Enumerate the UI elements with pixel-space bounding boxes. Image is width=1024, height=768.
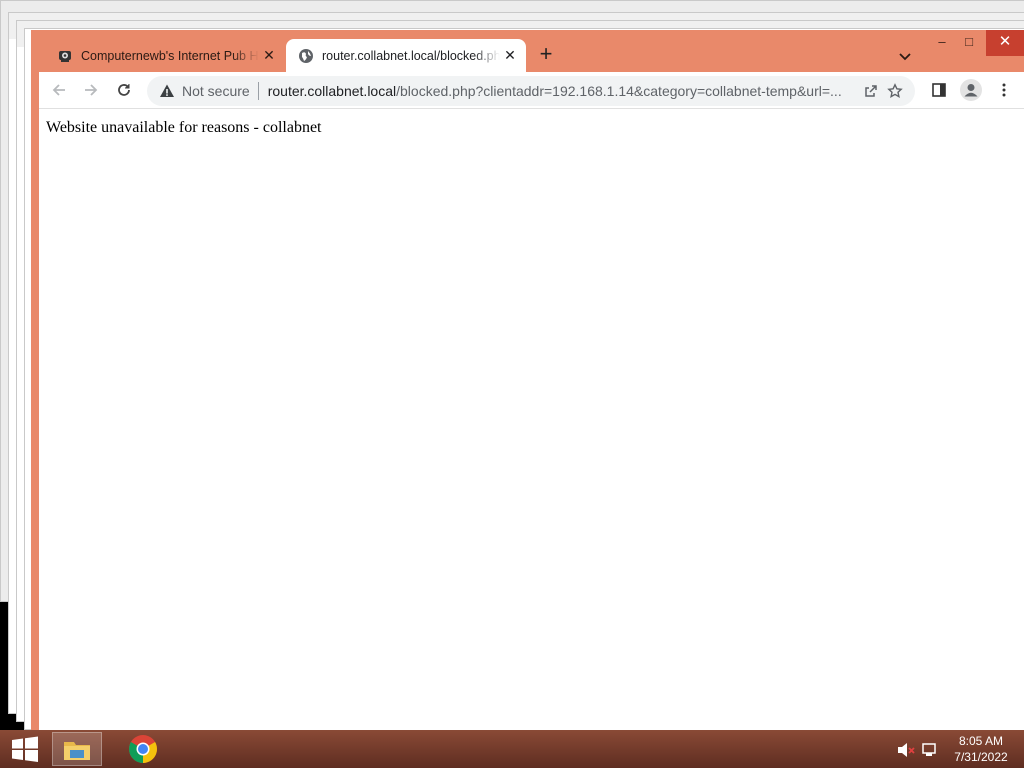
tab-close-icon[interactable]: ✕ [259, 47, 279, 64]
windows-start-icon[interactable] [8, 735, 42, 763]
chrome-icon[interactable] [118, 732, 168, 766]
page-content: Website unavailable for reasons - collab… [39, 108, 1024, 730]
tab-title: router.collabnet.local/blocked.php [322, 48, 500, 63]
clock-date: 7/31/2022 [954, 750, 1008, 764]
volume-muted-icon[interactable] [895, 740, 941, 760]
new-tab-button[interactable]: + [535, 43, 557, 66]
chevron-down-icon[interactable] [897, 48, 913, 64]
file-explorer-icon[interactable] [52, 732, 102, 766]
tab-computernewb[interactable]: Computernewb's Internet Pub Hub ✕ [45, 39, 285, 72]
maximize-button[interactable]: □ [953, 30, 985, 56]
tab-close-icon[interactable]: ✕ [500, 47, 520, 64]
star-icon[interactable] [887, 83, 903, 99]
browser-window: Computernewb's Internet Pub Hub ✕ router… [31, 30, 1024, 730]
url-text[interactable]: router.collabnet.local/blocked.php?clien… [268, 83, 853, 99]
globe-icon [298, 48, 314, 64]
clock[interactable]: 8:05 AM 7/31/2022 [945, 733, 1017, 765]
back-arrow-icon[interactable] [47, 78, 71, 102]
not-secure-label[interactable]: Not secure [182, 83, 250, 99]
computernewb-icon [57, 48, 73, 64]
forward-arrow-icon[interactable] [79, 78, 103, 102]
close-button[interactable]: ✕ [986, 30, 1024, 56]
reload-icon[interactable] [112, 78, 136, 102]
clock-time: 8:05 AM [958, 734, 1004, 748]
address-bar[interactable]: Not secure router.collabnet.local/blocke… [147, 76, 915, 106]
taskbar: 8:05 AM 7/31/2022 [0, 730, 1024, 768]
share-icon[interactable] [863, 83, 879, 99]
system-tray [895, 740, 941, 760]
tab-blocked-page[interactable]: router.collabnet.local/blocked.php ✕ [286, 39, 526, 72]
url-host: router.collabnet.local [267, 83, 397, 99]
toolbar: Not secure router.collabnet.local/blocke… [39, 72, 1024, 108]
blocked-message: Website unavailable for reasons - collab… [46, 119, 322, 136]
warning-icon[interactable] [159, 83, 175, 99]
tab-title: Computernewb's Internet Pub Hub [81, 48, 259, 63]
more-menu-icon[interactable] [992, 78, 1016, 102]
profile-avatar-icon[interactable] [959, 78, 983, 102]
divider [257, 82, 259, 100]
tab-strip: Computernewb's Internet Pub Hub ✕ router… [31, 30, 1024, 72]
url-path: /blocked.php?clientaddr=192.168.1.14&cat… [396, 83, 842, 99]
side-panel-icon[interactable] [927, 78, 951, 102]
